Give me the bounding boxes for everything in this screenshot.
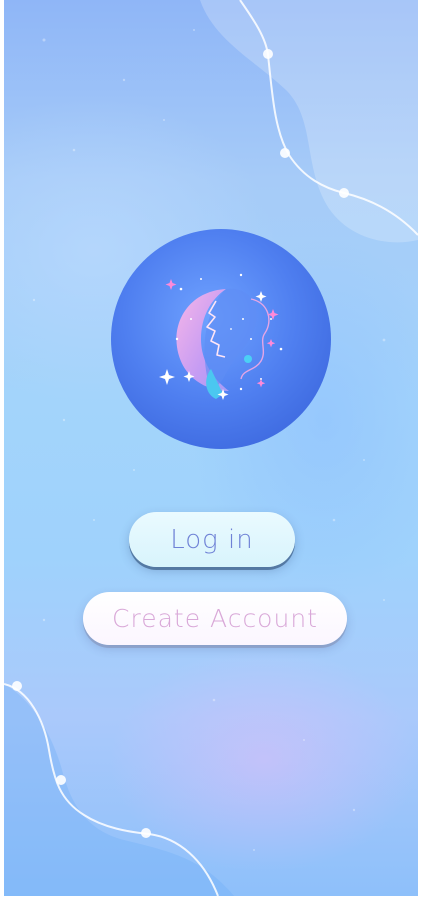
app-logo: [111, 229, 331, 449]
create-account-button-label: Create Account: [112, 604, 318, 633]
create-account-button[interactable]: Create Account: [83, 592, 347, 645]
welcome-screen: Log in Create Account: [4, 0, 418, 896]
login-button[interactable]: Log in: [129, 512, 295, 567]
moon-face-icon: [111, 229, 331, 449]
login-button-label: Log in: [170, 524, 254, 555]
